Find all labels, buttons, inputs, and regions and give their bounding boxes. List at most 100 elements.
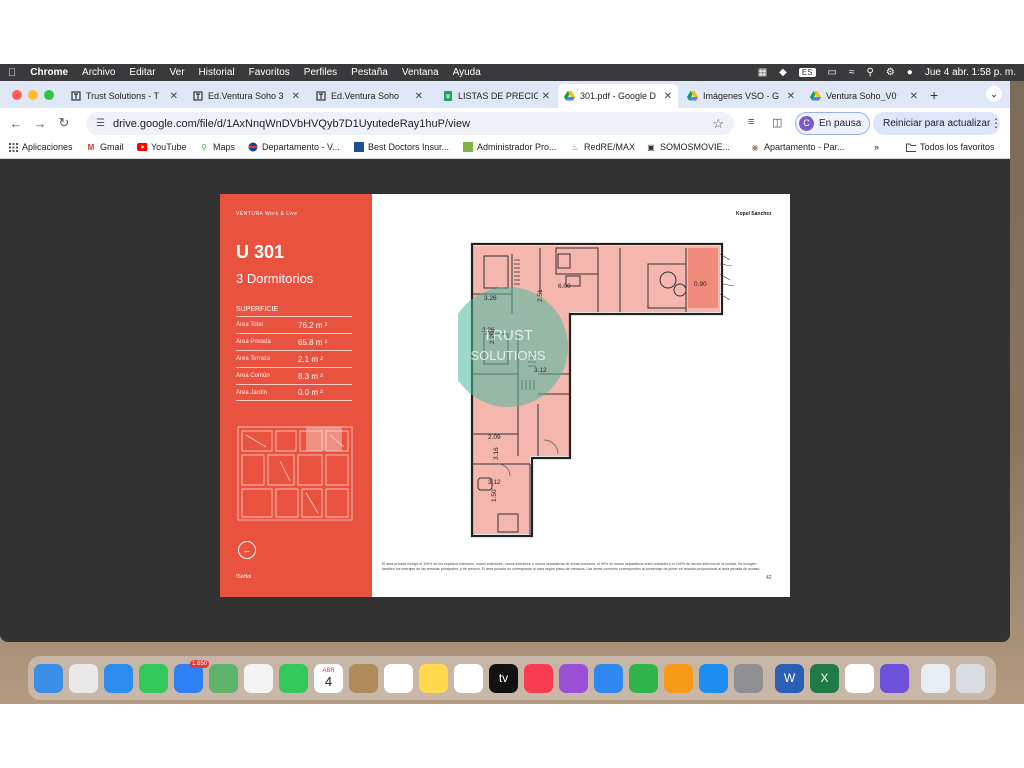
reload-icon[interactable]: ↻ (52, 115, 76, 131)
restart-update-button[interactable]: Reiniciar para actualizar (873, 112, 1001, 135)
menu-ver[interactable]: Ver (170, 67, 185, 78)
siri-icon[interactable]: ● (907, 67, 913, 78)
tab-301-pdf[interactable]: 301.pdf - Google D ✕ (558, 84, 678, 108)
tab-imagenes-vso[interactable]: Imágenes VSO - G ✕ (681, 84, 801, 108)
pdf-page[interactable]: VENTURA Work & Live U 301 3 Dormitorios … (220, 194, 790, 597)
archive-icon[interactable] (921, 663, 950, 693)
movie-icon: ▣ (647, 142, 655, 152)
tab-ventura-soho-v0[interactable]: Ventura Soho_V0 ✕ (804, 84, 924, 108)
tab-ventura-soho-3[interactable]: Ed.Ventura Soho 3 ✕ (186, 84, 306, 108)
menu-pestana[interactable]: Pestaña (351, 67, 388, 78)
tab-close-icon[interactable]: ✕ (664, 91, 672, 102)
menu-ayuda[interactable]: Ayuda (453, 67, 481, 78)
minimize-window-button[interactable] (28, 90, 38, 100)
screen-record-icon[interactable]: ▦ (758, 67, 767, 78)
bookmark-redremax[interactable]: ♨ RedRE/MAX (570, 142, 635, 152)
messages-icon[interactable] (139, 663, 168, 693)
keynote-icon[interactable] (594, 663, 623, 693)
back-icon[interactable]: ← (4, 116, 28, 131)
reading-list-icon[interactable]: ≡ (748, 116, 754, 128)
reminders-icon[interactable] (384, 663, 413, 693)
bookmark-apartamento[interactable]: ◉ Apartamento - Par... (750, 142, 845, 152)
music-icon[interactable] (524, 663, 553, 693)
bookmark-star-icon[interactable]: ☆ (712, 116, 724, 132)
photos-icon[interactable] (244, 663, 273, 693)
podcasts-icon[interactable] (559, 663, 588, 693)
contacts-icon[interactable] (349, 663, 378, 693)
diamond-status-icon[interactable]: ◆ (779, 67, 787, 78)
bookmark-gmail[interactable]: M Gmail (86, 142, 124, 152)
menubar-clock[interactable]: Jue 4 abr. 1:58 p. m. (925, 67, 1016, 78)
close-window-button[interactable] (12, 90, 22, 100)
shortcut-icon[interactable] (880, 663, 909, 693)
mail-icon[interactable]: 1.650 (174, 659, 209, 693)
appstore-icon[interactable] (699, 663, 728, 693)
safari-icon[interactable] (104, 663, 133, 693)
settings-icon[interactable] (734, 663, 763, 693)
chrome-window: Trust Solutions - T ✕ Ed.Ventura Soho 3 … (0, 81, 1010, 642)
calendar-icon[interactable]: ABR 4 (314, 663, 343, 693)
menu-perfiles[interactable]: Perfiles (304, 67, 337, 78)
menu-historial[interactable]: Historial (199, 67, 235, 78)
all-bookmarks-folder[interactable]: Todos los favoritos (906, 142, 995, 152)
new-tab-icon[interactable]: + (930, 87, 938, 103)
forward-icon[interactable]: → (28, 116, 52, 131)
bookmark-departamento[interactable]: Departamento - V... (248, 142, 340, 152)
facetime-icon[interactable] (279, 663, 308, 693)
apartment-icon: ◉ (751, 142, 759, 152)
menu-app-name[interactable]: Chrome (30, 67, 68, 78)
maps-icon[interactable] (209, 663, 238, 693)
battery-icon[interactable]: ▭ (828, 67, 837, 78)
tab-close-icon[interactable]: ✕ (910, 91, 918, 102)
control-center-icon[interactable]: ⚙ (886, 67, 895, 78)
tab-close-icon[interactable]: ✕ (415, 91, 423, 102)
site-info-icon[interactable]: ☰ (96, 118, 105, 129)
word-icon[interactable]: W (775, 663, 804, 693)
tab-ventura-soho[interactable]: Ed.Ventura Soho ✕ (309, 84, 429, 108)
chrome-icon[interactable] (845, 663, 874, 693)
dim-label: 2.51 (537, 289, 544, 302)
bookmark-somosmovie[interactable]: ▣ SOMOSMOVIE... (646, 142, 730, 152)
spotlight-icon[interactable]: ⚲ (866, 67, 873, 78)
menu-favoritos[interactable]: Favoritos (249, 67, 290, 78)
tab-close-icon[interactable]: ✕ (787, 91, 795, 102)
chrome-menu-icon[interactable]: ⋮ (990, 116, 1002, 130)
finder-icon[interactable] (34, 663, 63, 693)
menu-archivo[interactable]: Archivo (82, 67, 115, 78)
tab-search-icon[interactable]: ⌄ (986, 86, 1002, 102)
notes-icon[interactable] (419, 663, 448, 693)
excel-icon[interactable]: X (810, 663, 839, 693)
bookmark-best-doctors[interactable]: Best Doctors Insur... (354, 142, 449, 152)
pages-icon[interactable] (664, 663, 693, 693)
tab-title: Ed.Ventura Soho 3 (208, 91, 284, 101)
trash-icon[interactable] (956, 663, 985, 693)
wifi-icon[interactable]: ≈ (849, 67, 855, 78)
tab-trust-solutions[interactable]: Trust Solutions - T ✕ (64, 84, 184, 108)
area-footnote: El área privada incluye el 100% de los e… (382, 562, 761, 571)
menu-editar[interactable]: Editar (129, 67, 155, 78)
appletv-icon[interactable]: tv (489, 663, 518, 693)
freeform-icon[interactable] (454, 663, 483, 693)
launchpad-icon[interactable] (69, 663, 98, 693)
profile-paused-button[interactable]: C En pausa (795, 112, 871, 135)
superficie-heading: SUPERFICIE (236, 306, 279, 313)
bookmarks-overflow-icon[interactable]: » (874, 142, 879, 152)
address-bar[interactable]: ☰ drive.google.com/file/d/1AxNnqWnDVbHVQ… (86, 112, 734, 135)
input-source[interactable]: ES (798, 68, 816, 77)
url-text[interactable]: drive.google.com/file/d/1AxNnqWnDVbHVQyb… (113, 118, 712, 130)
tab-close-icon[interactable]: ✕ (170, 91, 178, 102)
bookmark-youtube[interactable]: YouTube (137, 142, 186, 152)
menu-ventana[interactable]: Ventana (402, 67, 439, 78)
bookmark-apps[interactable]: Aplicaciones (8, 142, 73, 152)
side-panel-icon[interactable]: ◫ (772, 116, 782, 129)
tab-listas-de-precio[interactable]: LISTAS DE PRECIO ✕ (436, 84, 556, 108)
bookmark-administrador[interactable]: Administrador Pro... (463, 142, 557, 152)
bookmarks-bar: Aplicaciones M Gmail YouTube ⚲ Maps Depa… (0, 138, 1010, 159)
tab-close-icon[interactable]: ✕ (292, 91, 300, 102)
tab-close-icon[interactable]: ✕ (542, 91, 550, 102)
unit-info-panel: VENTURA Work & Live U 301 3 Dormitorios … (220, 194, 372, 597)
numbers-icon[interactable] (629, 663, 658, 693)
zoom-window-button[interactable] (44, 90, 54, 100)
apple-icon[interactable]:  (8, 67, 16, 79)
bookmark-maps[interactable]: ⚲ Maps (199, 142, 235, 152)
